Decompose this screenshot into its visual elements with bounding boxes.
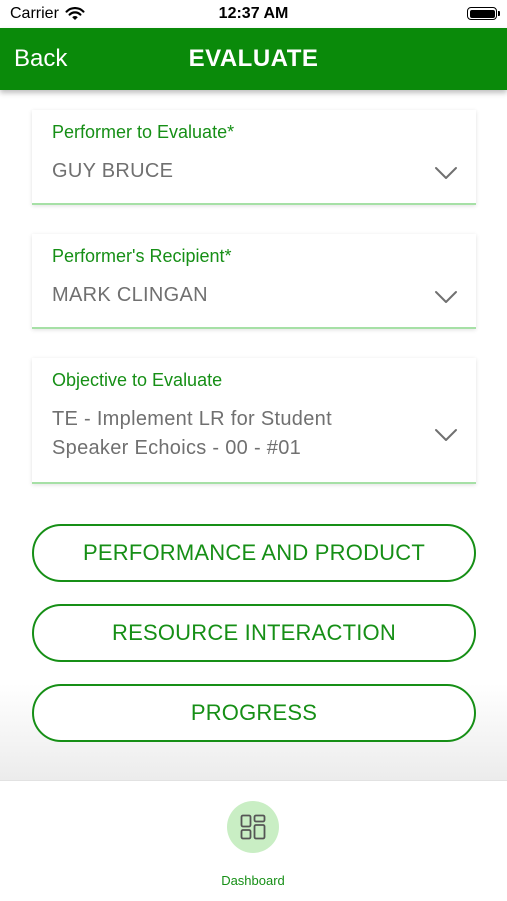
objective-value-line1: TE - Implement LR for Student [52,408,332,430]
progress-button[interactable]: PROGRESS [32,684,476,742]
navigation-bar: Back EVALUATE [0,28,507,90]
performer-select[interactable]: Performer to Evaluate* GUY BRUCE [32,110,476,205]
recipient-value: MARK CLINGAN [52,284,208,306]
status-bar: Carrier 12:37 AM [0,0,507,28]
chevron-down-icon [435,429,457,441]
status-time: 12:37 AM [218,5,289,22]
recipient-select[interactable]: Performer's Recipient* MARK CLINGAN [32,234,476,329]
dashboard-label: Dashboard [221,873,285,888]
recipient-label: Performer's Recipient* [52,246,232,266]
performance-and-product-button[interactable]: PERFORMANCE AND PRODUCT [32,524,476,582]
main-content: Performer to Evaluate* GUY BRUCE Perform… [0,90,507,780]
objective-label: Objective to Evaluate [52,370,223,390]
objective-value-line2: Speaker Echoics - 00 - #01 [52,437,302,459]
resource-interaction-button[interactable]: RESOURCE INTERACTION [32,604,476,662]
performer-value: GUY BRUCE [52,160,174,182]
performer-label: Performer to Evaluate* [52,122,235,142]
battery-icon [467,7,500,20]
objective-select[interactable]: Objective to Evaluate TE - Implement LR … [32,358,476,484]
dashboard-icon [227,801,279,853]
chevron-down-icon [435,167,457,179]
chevron-down-icon [435,291,457,303]
tab-dashboard[interactable]: Dashboard [203,801,303,891]
battery-level [469,9,495,18]
dashboard-grid-icon [240,814,266,840]
tab-bar: Dashboard [0,780,507,901]
page-title: EVALUATE [188,45,319,72]
